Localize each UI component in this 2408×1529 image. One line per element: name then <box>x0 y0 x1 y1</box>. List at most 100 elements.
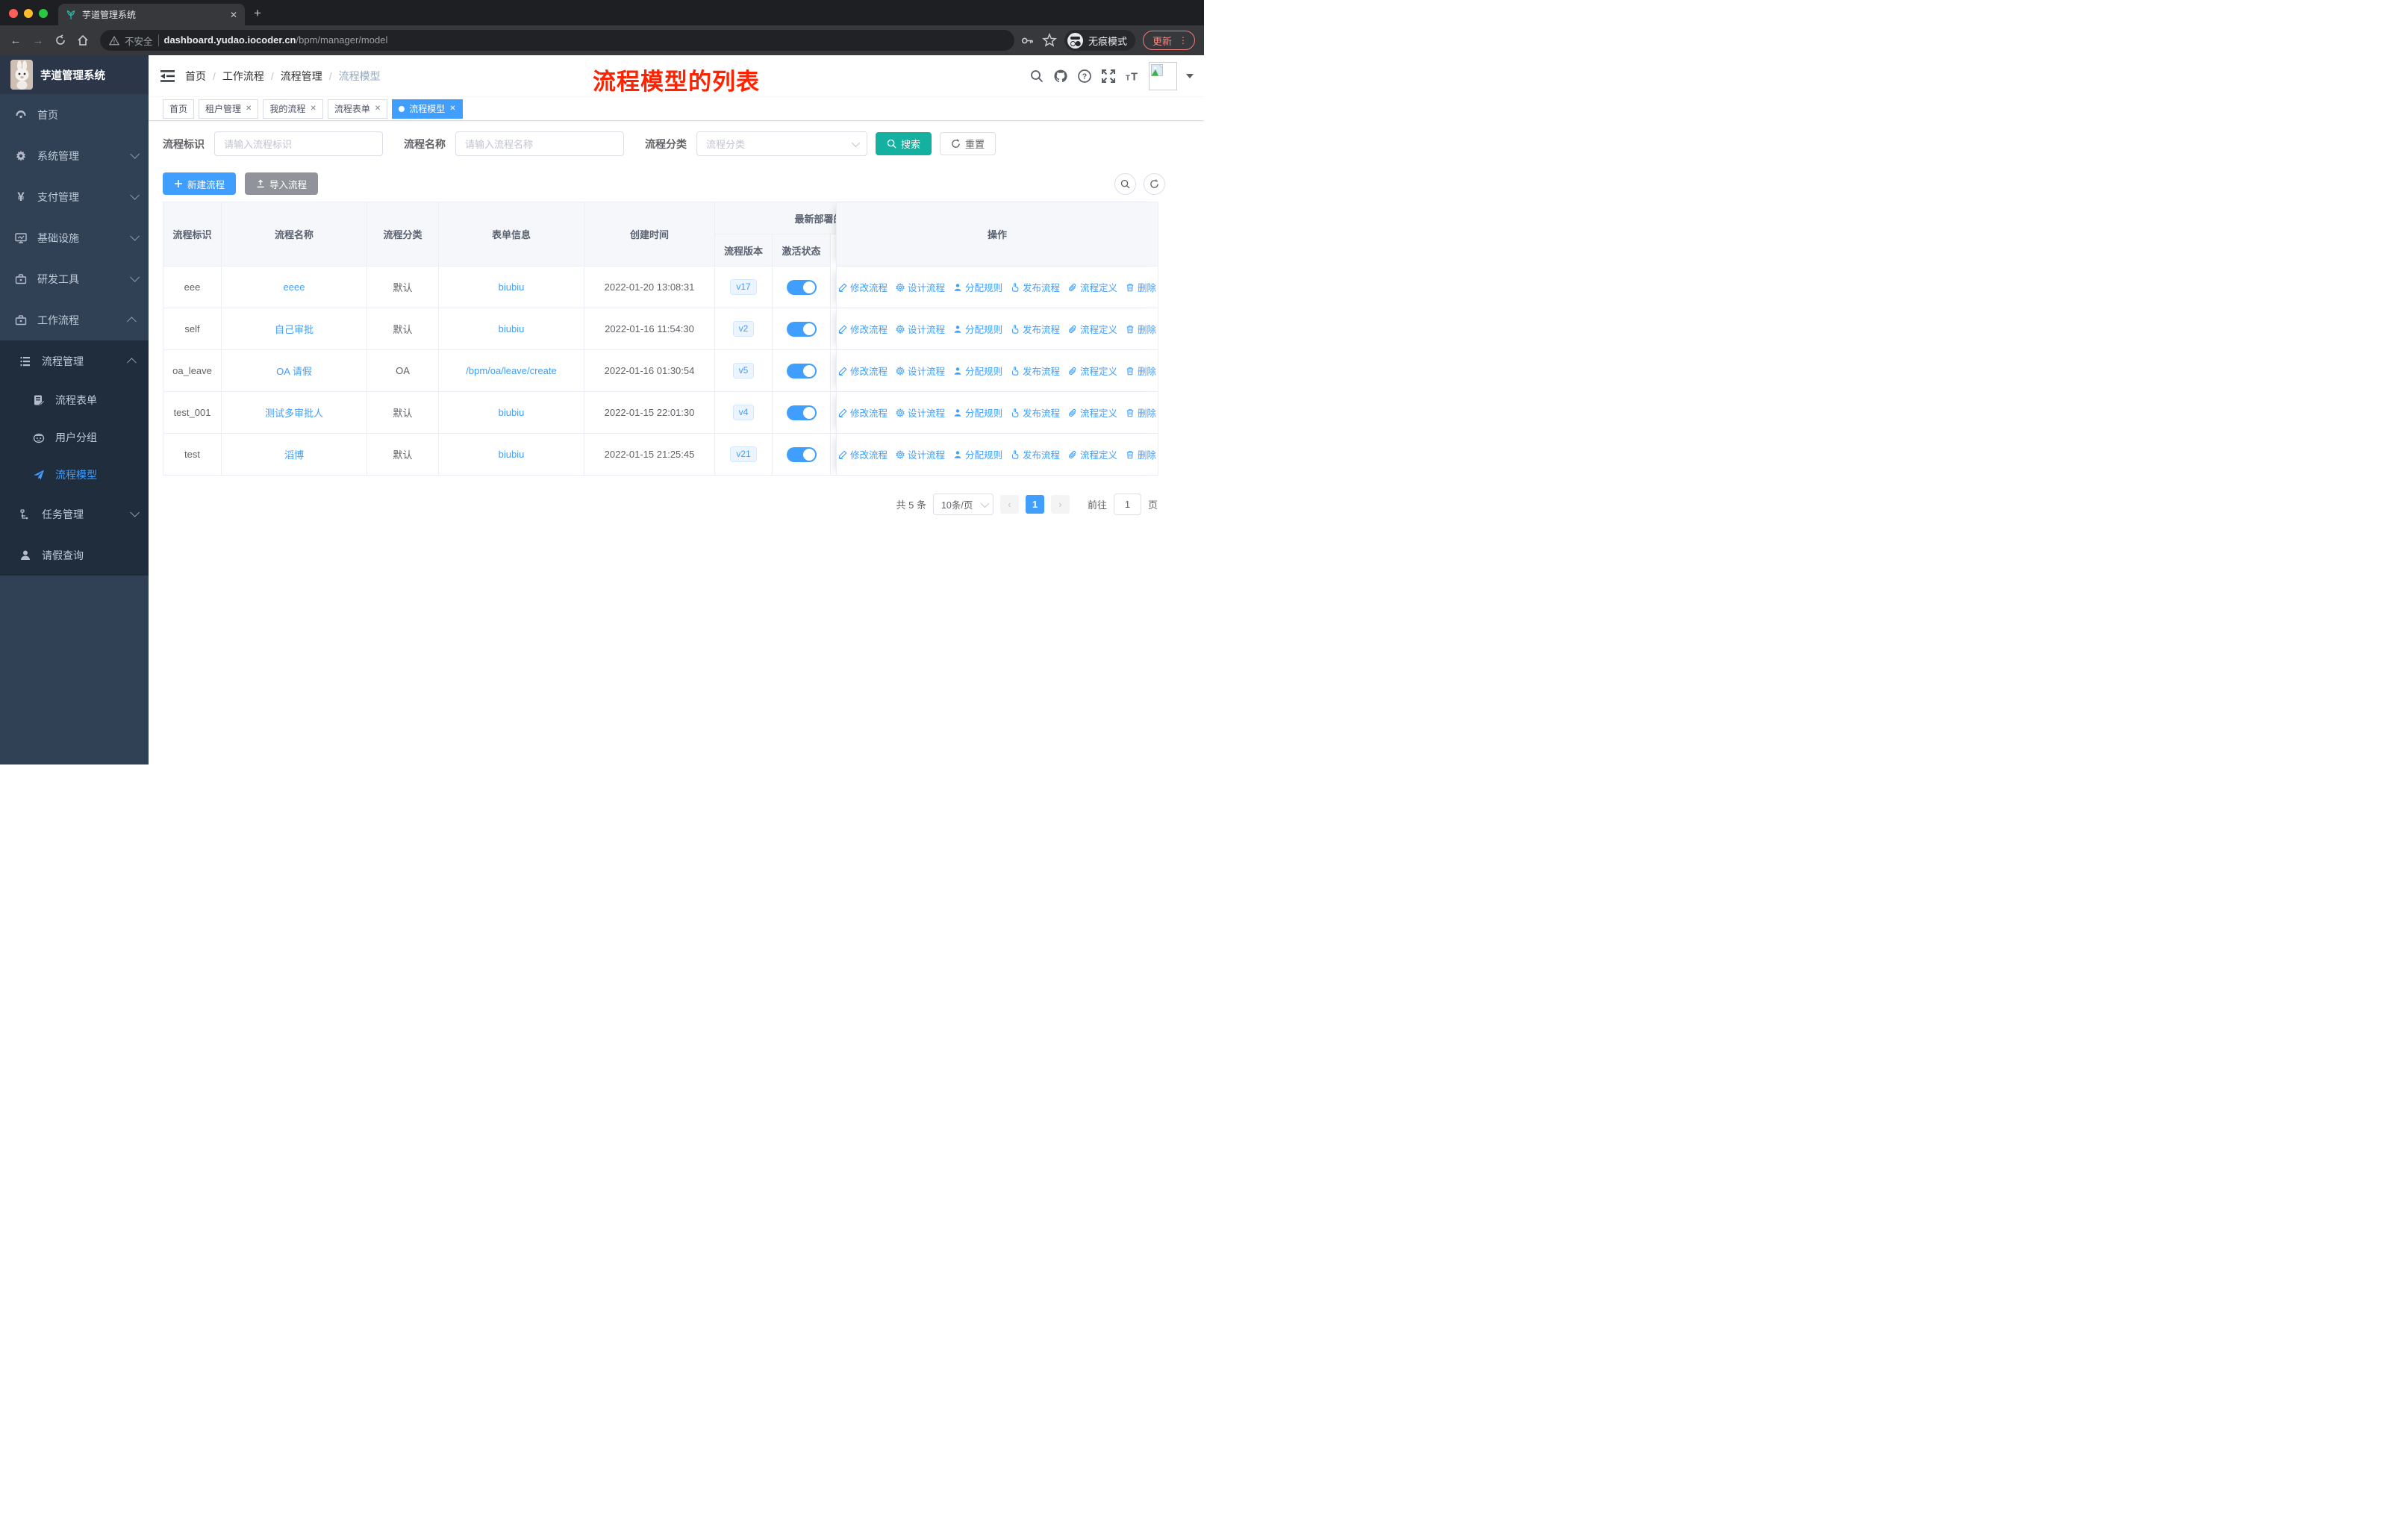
model-name-link[interactable]: eeee <box>284 281 305 293</box>
close-icon[interactable]: ✕ <box>246 105 252 113</box>
close-icon[interactable]: ✕ <box>449 105 455 113</box>
action-process-definition[interactable]: 流程定义 <box>1068 405 1117 420</box>
active-toggle[interactable] <box>786 321 817 337</box>
category-select[interactable]: 流程分类 <box>696 131 867 156</box>
refresh-table-button[interactable] <box>1144 172 1165 195</box>
action-process-definition[interactable]: 流程定义 <box>1068 322 1117 336</box>
search-icon[interactable] <box>1029 69 1044 84</box>
action-assign-rule[interactable]: 分配规则 <box>953 280 1002 294</box>
active-toggle[interactable] <box>786 279 817 295</box>
sidebar-item-task-manage[interactable]: 任务管理 <box>0 493 149 535</box>
sidebar-item-infra[interactable]: 基础设施 <box>0 217 149 258</box>
form-info-link[interactable]: biubiu <box>499 323 525 334</box>
model-name-link[interactable]: OA 请假 <box>276 364 312 378</box>
form-info-link[interactable]: biubiu <box>499 407 525 418</box>
action-process-definition[interactable]: 流程定义 <box>1068 447 1117 461</box>
security-label[interactable]: 不安全 <box>125 34 153 48</box>
sidebar-item-process-model[interactable]: 流程模型 <box>0 456 149 493</box>
help-icon[interactable]: ? <box>1077 69 1092 84</box>
action-deploy-process[interactable]: 发布流程 <box>1011 364 1060 378</box>
sidebar-logo[interactable]: 芋道管理系统 <box>0 55 149 94</box>
back-icon[interactable]: ← <box>4 34 27 47</box>
model-name-link[interactable]: 自己审批 <box>275 322 314 336</box>
close-window-button[interactable] <box>9 9 18 18</box>
form-info-link[interactable]: /bpm/oa/leave/create <box>466 365 556 376</box>
action-delete[interactable]: 删除 <box>1126 405 1156 420</box>
forward-icon[interactable]: → <box>27 34 49 47</box>
form-info-link[interactable]: biubiu <box>499 449 525 460</box>
sidebar-item-workflow[interactable]: 工作流程 <box>0 299 149 340</box>
current-page-button[interactable]: 1 <box>1025 495 1044 514</box>
process-id-input[interactable]: 请输入流程标识 <box>214 131 383 156</box>
action-delete[interactable]: 删除 <box>1126 447 1156 461</box>
breadcrumb-process-manage[interactable]: 流程管理 <box>281 69 322 84</box>
page-size-select[interactable]: 10条/页 <box>932 493 994 515</box>
form-info-link[interactable]: biubiu <box>499 281 525 293</box>
key-icon[interactable] <box>1020 34 1035 48</box>
star-icon[interactable] <box>1042 33 1057 48</box>
action-process-definition[interactable]: 流程定义 <box>1068 280 1117 294</box>
action-delete[interactable]: 删除 <box>1126 280 1156 294</box>
active-toggle[interactable] <box>786 446 817 462</box>
minimize-window-button[interactable] <box>24 9 33 18</box>
prev-page-button[interactable]: ‹ <box>999 495 1019 514</box>
action-design-process[interactable]: 设计流程 <box>896 405 945 420</box>
search-button[interactable]: 搜索 <box>876 132 932 155</box>
create-process-button[interactable]: 新建流程 <box>163 172 237 195</box>
active-toggle[interactable] <box>786 363 817 379</box>
sidebar-item-process-form[interactable]: 流程表单 <box>0 382 149 419</box>
sidebar-collapse-icon[interactable] <box>160 69 175 82</box>
avatar-dropdown-caret-icon[interactable] <box>1186 73 1194 78</box>
action-design-process[interactable]: 设计流程 <box>896 280 945 294</box>
model-name-link[interactable]: 滔博 <box>284 447 304 461</box>
action-deploy-process[interactable]: 发布流程 <box>1011 405 1060 420</box>
close-icon[interactable]: ✕ <box>310 105 316 113</box>
action-assign-rule[interactable]: 分配规则 <box>953 322 1002 336</box>
model-name-link[interactable]: 测试多审批人 <box>265 405 323 420</box>
tag-my-process[interactable]: 我的流程 ✕ <box>263 99 323 119</box>
action-assign-rule[interactable]: 分配规则 <box>953 447 1002 461</box>
sidebar-item-devtools[interactable]: 研发工具 <box>0 258 149 299</box>
fontsize-icon[interactable]: TT <box>1125 69 1140 84</box>
breadcrumb-workflow[interactable]: 工作流程 <box>222 69 264 84</box>
action-edit-process[interactable]: 修改流程 <box>838 405 888 420</box>
window-controls[interactable] <box>9 9 48 18</box>
sidebar-item-leave-query[interactable]: 请假查询 <box>0 535 149 576</box>
sidebar-item-user-group[interactable]: 用户分组 <box>0 419 149 456</box>
browser-tab[interactable]: 芋道管理系统 ✕ <box>58 4 245 25</box>
action-assign-rule[interactable]: 分配规则 <box>953 364 1002 378</box>
zoom-window-button[interactable] <box>39 9 48 18</box>
browser-update-button[interactable]: 更新 ⋮ <box>1142 31 1195 50</box>
user-avatar[interactable] <box>1149 61 1177 90</box>
tag-process-form[interactable]: 流程表单 ✕ <box>327 99 388 119</box>
url-bar[interactable]: 不安全 dashboard.yudao.iocoder.cn/bpm/manag… <box>100 30 1014 51</box>
sidebar-item-process-manage[interactable]: 流程管理 <box>0 340 149 382</box>
update-label[interactable]: 更新 <box>1152 34 1172 48</box>
action-delete[interactable]: 删除 <box>1126 364 1156 378</box>
toggle-search-button[interactable] <box>1114 172 1136 195</box>
process-name-input[interactable]: 请输入流程名称 <box>455 131 624 156</box>
reload-icon[interactable] <box>49 34 72 46</box>
action-edit-process[interactable]: 修改流程 <box>838 280 888 294</box>
tab-close-icon[interactable]: ✕ <box>230 10 237 20</box>
action-design-process[interactable]: 设计流程 <box>896 364 945 378</box>
close-icon[interactable]: ✕ <box>375 105 381 113</box>
action-design-process[interactable]: 设计流程 <box>896 322 945 336</box>
sidebar-item-payment[interactable]: ¥ 支付管理 <box>0 176 149 217</box>
action-design-process[interactable]: 设计流程 <box>896 447 945 461</box>
action-edit-process[interactable]: 修改流程 <box>838 322 888 336</box>
action-deploy-process[interactable]: 发布流程 <box>1011 447 1060 461</box>
active-toggle[interactable] <box>786 405 817 420</box>
import-process-button[interactable]: 导入流程 <box>245 172 319 195</box>
goto-page-input[interactable] <box>1113 493 1141 515</box>
fullscreen-icon[interactable] <box>1101 69 1116 84</box>
action-assign-rule[interactable]: 分配规则 <box>953 405 1002 420</box>
new-tab-button[interactable]: + <box>254 6 261 21</box>
sidebar-item-system[interactable]: 系统管理 <box>0 135 149 176</box>
home-icon[interactable] <box>72 34 94 46</box>
tag-home[interactable]: 首页 <box>163 99 195 119</box>
action-edit-process[interactable]: 修改流程 <box>838 364 888 378</box>
action-process-definition[interactable]: 流程定义 <box>1068 364 1117 378</box>
tag-tenant[interactable]: 租户管理 ✕ <box>199 99 259 119</box>
tag-process-model[interactable]: 流程模型 ✕ <box>392 99 463 119</box>
